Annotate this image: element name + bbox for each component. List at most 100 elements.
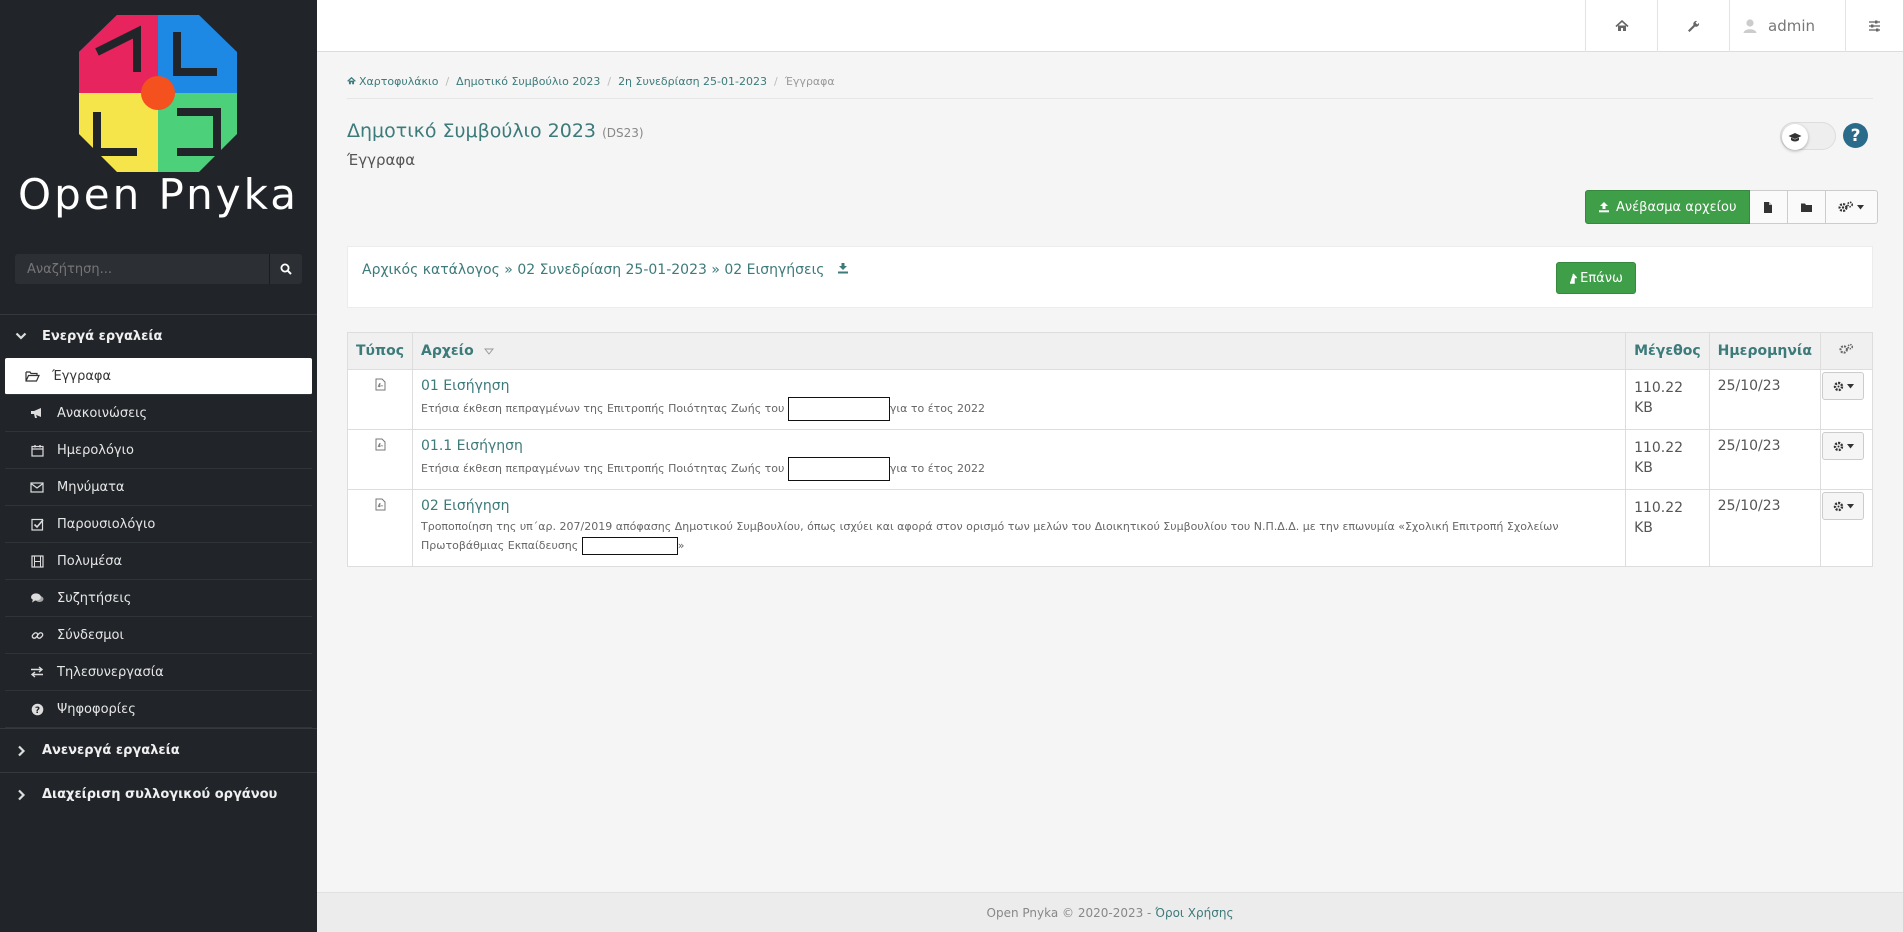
file-date-cell: 25/10/23 xyxy=(1708,489,1822,567)
sidebar-search xyxy=(15,254,302,284)
tools-button[interactable] xyxy=(1657,0,1729,52)
footer-copyright: Open Pnyka © 2020-2023 - xyxy=(986,906,1156,920)
file-type-cell xyxy=(347,429,413,490)
file-cell: 01.1 Εισήγηση Ετήσια έκθεση πεπραγμένων … xyxy=(411,429,1627,490)
file-type-cell xyxy=(347,489,413,567)
sort-icon xyxy=(483,348,494,355)
search-input[interactable] xyxy=(15,254,269,284)
path-separator: » xyxy=(711,262,720,278)
home-icon xyxy=(347,76,356,85)
breadcrumb-current: Έγγραφα xyxy=(784,75,835,88)
sidebar-item-label: Έγγραφα xyxy=(52,368,112,384)
settings-button[interactable] xyxy=(1845,0,1903,52)
path-folder[interactable]: 02 Εισηγήσεις xyxy=(724,262,824,278)
file-size-value: 110.22 xyxy=(1634,440,1684,456)
terms-link[interactable]: Όροι Χρήσης xyxy=(1155,906,1233,920)
path-session[interactable]: 02 Συνεδρίαση 25-01-2023 xyxy=(517,262,707,278)
wrench-icon xyxy=(1688,20,1700,32)
user-icon xyxy=(1743,19,1757,33)
sidebar-item-links[interactable]: Σύνδεσμοι xyxy=(5,617,312,654)
table-row: 01 Εισήγηση Ετήσια έκθεση πεπραγμένων τη… xyxy=(347,369,1873,430)
breadcrumb-home[interactable]: Χαρτοφυλάκιο xyxy=(347,75,438,88)
file-pdf-icon xyxy=(375,498,385,511)
new-file-button[interactable] xyxy=(1749,190,1788,224)
file-name-link[interactable]: 02 Εισήγηση xyxy=(421,498,510,514)
footer: Open Pnyka © 2020-2023 - Όροι Χρήσης xyxy=(317,892,1903,932)
file-date-cell: 25/10/23 xyxy=(1708,369,1822,430)
calendar-icon xyxy=(29,444,45,457)
gears-icon xyxy=(1839,343,1854,354)
search-icon xyxy=(280,263,292,275)
file-cell: 01 Εισήγηση Ετήσια έκθεση πεπραγμένων τη… xyxy=(411,369,1627,430)
redaction-box xyxy=(787,457,890,481)
top-bar: admin xyxy=(317,0,1903,52)
file-description-part: » xyxy=(677,539,685,552)
folder-icon xyxy=(1800,203,1812,212)
nav-group-admin[interactable]: Διαχείριση συλλογικού οργάνου xyxy=(0,772,317,816)
nav-active-tools: Ενεργά εργαλεία Έγγραφα Ανακοινώσεις Ημε… xyxy=(0,314,317,728)
caret-down-icon xyxy=(1846,503,1854,508)
col-type[interactable]: Τύπος xyxy=(347,332,413,370)
chevron-right-icon xyxy=(14,745,28,757)
file-name-link[interactable]: 01 Εισήγηση xyxy=(421,378,510,394)
help-icon[interactable]: ? xyxy=(1843,123,1868,148)
breadcrumb-home-label: Χαρτοφυλάκιο xyxy=(359,75,439,88)
breadcrumb-session[interactable]: 2η Συνεδρίαση 25-01-2023 xyxy=(618,75,767,88)
user-name: admin xyxy=(1768,17,1815,35)
col-size[interactable]: Μέγεθος xyxy=(1625,332,1710,370)
open-pnyka-logo[interactable] xyxy=(77,12,240,175)
up-button[interactable]: Επάνω xyxy=(1556,262,1636,294)
file-description-part: για το έτος 2022 xyxy=(889,402,985,415)
files-table: Τύπος Αρχείο Μέγεθος Ημερομηνία 01 Εισήγ… xyxy=(347,332,1873,567)
file-name-link[interactable]: 01.1 Εισήγηση xyxy=(421,438,523,454)
sidebar-item-calendar[interactable]: Ημερολόγιο xyxy=(5,432,312,469)
breadcrumb: Χαρτοφυλάκιο / Δημοτικό Συμβούλιο 2023/2η … xyxy=(347,75,1873,99)
user-menu[interactable]: admin xyxy=(1729,0,1845,52)
sidebar-item-voting[interactable]: ? Ψηφοφορίες xyxy=(5,691,312,728)
file-actions-cell xyxy=(1820,429,1873,490)
breadcrumb-council[interactable]: Δημοτικό Συμβούλιο 2023 xyxy=(456,75,600,88)
guide-mode-toggle[interactable] xyxy=(1780,122,1836,150)
file-size-cell: 110.22 KB xyxy=(1625,489,1710,567)
up-button-label: Επάνω xyxy=(1580,270,1623,286)
file-actions-button[interactable] xyxy=(1822,372,1864,400)
check-square-icon xyxy=(29,518,45,531)
sidebar-item-announcements[interactable]: Ανακοινώσεις xyxy=(5,395,312,432)
redaction-box xyxy=(581,537,678,555)
nav-group-inactive-tools[interactable]: Ανενεργά εργαλεία xyxy=(0,728,317,772)
gears-icon xyxy=(1838,201,1854,213)
chevron-right-icon xyxy=(14,789,28,801)
home-button[interactable] xyxy=(1585,0,1657,52)
sidebar-item-discussions[interactable]: Συζητήσεις xyxy=(5,580,312,617)
file-type-cell xyxy=(347,369,413,430)
file-actions-button[interactable] xyxy=(1822,492,1864,520)
search-button[interactable] xyxy=(269,254,302,284)
path-root[interactable]: Αρχικός κατάλογος xyxy=(362,262,500,278)
bulk-actions-button[interactable] xyxy=(1825,190,1878,224)
sidebar: Open Pnyka Ενεργά εργαλεία Έγγραφα Ανακο… xyxy=(0,0,317,932)
sidebar-item-teleconference[interactable]: Τηλεσυνεργασία xyxy=(5,654,312,691)
sidebar-item-attendance[interactable]: Παρουσιολόγιο xyxy=(5,506,312,543)
col-date[interactable]: Ημερομηνία xyxy=(1708,332,1822,370)
file-description-part: Ετήσια έκθεση πεπραγμένων της Επιτροπής … xyxy=(421,462,788,475)
upload-file-label: Ανέβασμα αρχείου xyxy=(1616,199,1737,215)
table-header-row: Τύπος Αρχείο Μέγεθος Ημερομηνία xyxy=(347,332,1873,370)
nav-inactive-tools: Ανενεργά εργαλεία xyxy=(0,728,317,772)
download-icon[interactable] xyxy=(837,262,849,278)
file-pdf-icon xyxy=(375,378,385,391)
file-actions-button[interactable] xyxy=(1822,432,1864,460)
sidebar-item-messages[interactable]: Μηνύματα xyxy=(5,469,312,506)
sidebar-item-media[interactable]: Πολυμέσα xyxy=(5,543,312,580)
file-pdf-icon xyxy=(375,438,385,451)
file-size-value: 110.22 xyxy=(1634,380,1684,396)
col-file[interactable]: Αρχείο xyxy=(411,332,1627,370)
sidebar-item-documents[interactable]: Έγγραφα xyxy=(5,358,312,395)
logo-area: Open Pnyka xyxy=(0,0,317,232)
folder-path: Αρχικός κατάλογος » 02 Συνεδρίαση 25-01-… xyxy=(362,262,849,278)
file-description: Ετήσια έκθεση πεπραγμένων της Επιτροπής … xyxy=(421,397,1617,421)
nav-group-active-tools[interactable]: Ενεργά εργαλεία xyxy=(0,314,317,358)
upload-file-button[interactable]: Ανέβασμα αρχείου xyxy=(1585,190,1750,224)
sidebar-item-label: Ανακοινώσεις xyxy=(57,405,148,421)
new-folder-button[interactable] xyxy=(1787,190,1826,224)
sidebar-item-label: Ημερολόγιο xyxy=(57,442,134,458)
